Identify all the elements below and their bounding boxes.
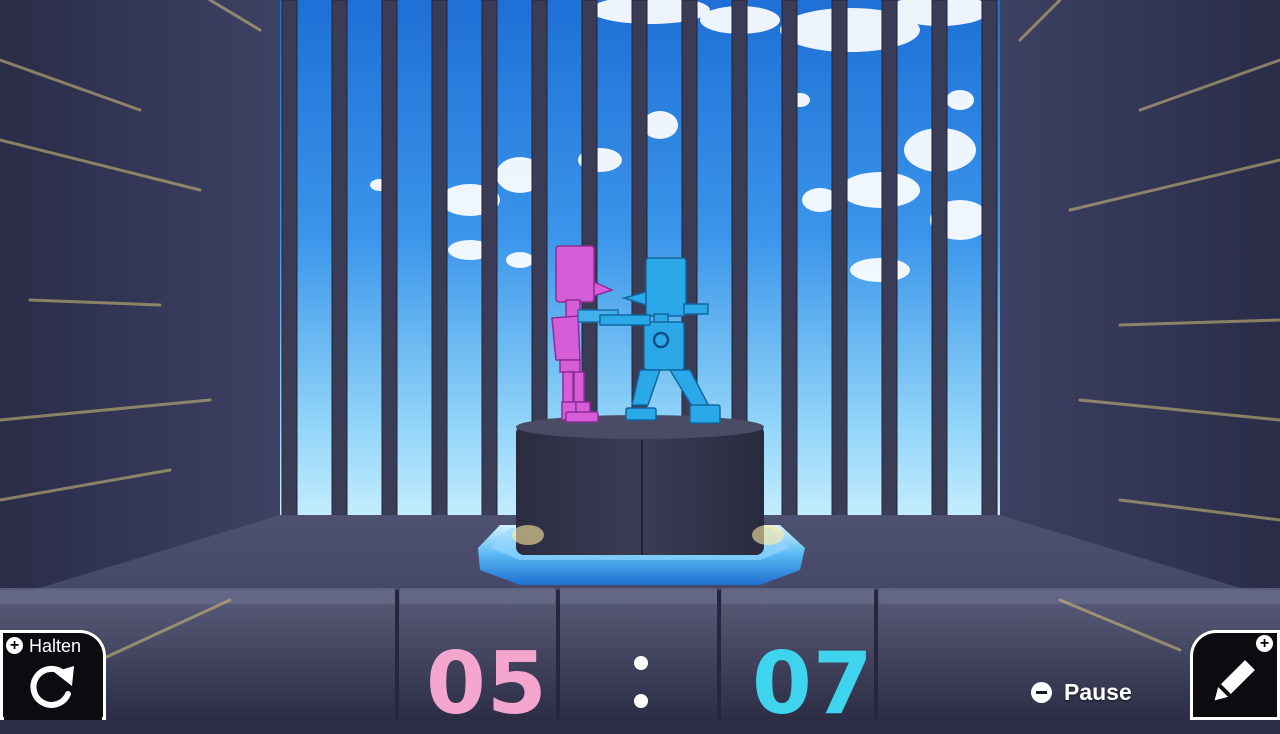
hold-label: Halten: [29, 636, 82, 656]
score-blue: 07: [752, 634, 874, 734]
plus-icon: +: [1256, 635, 1273, 652]
pause-label: Pause: [1064, 678, 1132, 705]
game-scene: [0, 0, 1280, 720]
score-separator-bottom: [634, 694, 648, 708]
plus-icon: +: [6, 637, 23, 654]
score-pink: 05: [426, 634, 548, 734]
pause-button[interactable]: Pause: [1031, 678, 1132, 706]
pencil-icon[interactable]: [1206, 656, 1260, 708]
minus-icon: [1031, 681, 1052, 703]
refresh-icon[interactable]: [24, 662, 80, 712]
score-separator-top: [634, 656, 648, 670]
